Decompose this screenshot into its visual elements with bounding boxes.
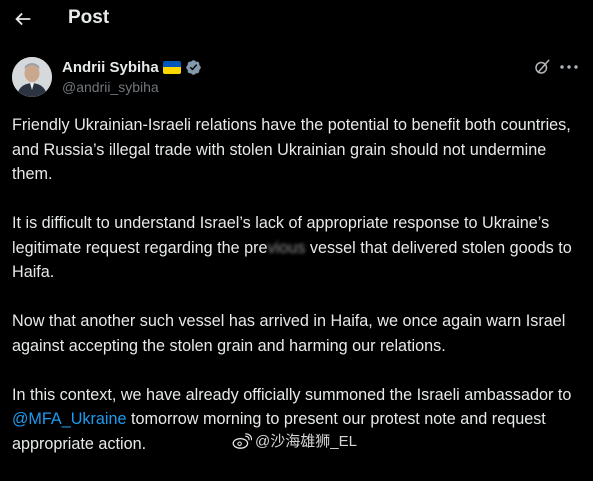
verified-badge-icon [185, 59, 202, 76]
tweet-paragraph: Now that another such vessel has arrived… [12, 312, 566, 355]
weibo-logo-icon [232, 432, 252, 449]
author-display-name[interactable]: Andrii Sybiha [62, 59, 159, 76]
weibo-watermark: @沙海雄狮_EL [232, 430, 357, 451]
mention-link[interactable]: @MFA_Ukraine [12, 410, 127, 428]
grok-icon[interactable] [533, 58, 551, 76]
avatar[interactable] [12, 57, 52, 97]
tweet-paragraph: Friendly Ukrainian-Israeli relations hav… [12, 116, 571, 183]
author-name-row: Andrii Sybiha [62, 58, 202, 76]
ukraine-flag-icon [162, 60, 181, 74]
more-options-icon[interactable] [559, 59, 579, 75]
back-arrow-icon[interactable] [12, 8, 34, 30]
page-title: Post [68, 7, 110, 28]
post-header: Post [0, 0, 593, 38]
author-handle[interactable]: @andrii_sybiha [62, 79, 159, 95]
tweet-text: Friendly Ukrainian-Israeli relations hav… [12, 113, 587, 481]
watermark-text: @沙海雄狮_EL [255, 433, 357, 450]
tweet-paragraph: It is difficult to understand Israel’s l… [12, 214, 572, 281]
